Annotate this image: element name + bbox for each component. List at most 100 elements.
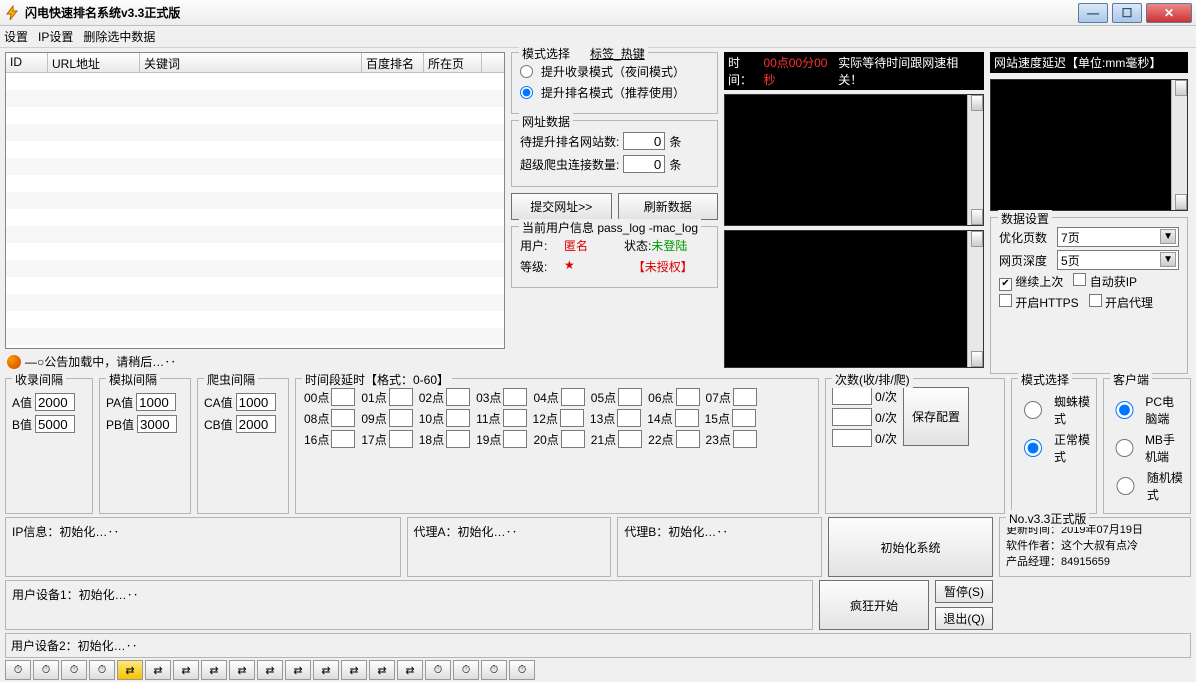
pb-value-input[interactable] <box>137 415 177 433</box>
mb-radio[interactable]: MB手机端 <box>1110 431 1184 465</box>
timeslot-20-input[interactable] <box>561 430 585 448</box>
continue-checkbox[interactable]: ✔ 继续上次 <box>999 273 1063 291</box>
swap-icon[interactable]: ⇄ <box>397 660 423 680</box>
save-config-button[interactable]: 保存配置 <box>903 387 969 446</box>
clock-icon[interactable]: ⏱ <box>453 660 479 680</box>
swap-icon[interactable]: ⇄ <box>173 660 199 680</box>
timeslot-12-input[interactable] <box>560 409 584 427</box>
col-id[interactable]: ID <box>6 53 48 72</box>
https-checkbox[interactable]: 开启HTTPS <box>999 294 1079 311</box>
timeslot-4-input[interactable] <box>561 388 585 406</box>
init-system-button[interactable]: 初始化系统 <box>828 517 993 577</box>
speed-panel[interactable] <box>990 79 1188 211</box>
log-panel-2[interactable] <box>724 230 984 368</box>
quit-button[interactable]: 退出(Q) <box>935 607 993 630</box>
submit-url-button[interactable]: 提交网址>> <box>511 193 612 220</box>
pa-value-input[interactable] <box>136 393 176 411</box>
timeslot-6-input[interactable] <box>676 388 700 406</box>
close-button[interactable]: ✕ <box>1146 3 1192 23</box>
spider-mode-radio[interactable]: 蜘蛛模式 <box>1018 393 1090 427</box>
log-panel-1[interactable] <box>724 94 984 226</box>
count-input-3[interactable] <box>832 429 872 447</box>
clock-icon[interactable]: ⏱ <box>5 660 31 680</box>
timeslot-16-input[interactable] <box>331 430 355 448</box>
version-group: No.v3.3正式版 更新时间：2019年07月19日 软件作者：这个大叔有点冷… <box>999 517 1191 577</box>
rand-radio[interactable]: 随机模式 <box>1110 469 1184 503</box>
timeslot-21-input[interactable] <box>618 430 642 448</box>
clock-icon[interactable]: ⏱ <box>509 660 535 680</box>
swap-icon[interactable]: ⇄ <box>117 660 143 680</box>
scrollbar-icon[interactable] <box>967 231 983 367</box>
swap-icon[interactable]: ⇄ <box>369 660 395 680</box>
timeslot-1-input[interactable] <box>389 388 413 406</box>
menu-delete-selected[interactable]: 删除选中数据 <box>83 28 155 45</box>
timeslot-8-input[interactable] <box>331 409 355 427</box>
device1-box: 用户设备1：初始化…‥ <box>5 580 813 630</box>
data-table[interactable]: ID URL地址 关键词 百度排名 所在页 <box>5 52 505 349</box>
clock-icon[interactable]: ⏱ <box>61 660 87 680</box>
swap-icon[interactable]: ⇄ <box>201 660 227 680</box>
timeslot-13-input[interactable] <box>617 409 641 427</box>
timeslot-15-input[interactable] <box>732 409 756 427</box>
maximize-button[interactable]: ☐ <box>1112 3 1142 23</box>
timeslot-11-input[interactable] <box>503 409 527 427</box>
page-depth-select[interactable]: 5页 <box>1057 250 1179 270</box>
col-page[interactable]: 所在页 <box>424 53 482 72</box>
timeslot-0-input[interactable] <box>331 388 355 406</box>
normal-mode-radio[interactable]: 正常模式 <box>1018 431 1090 465</box>
b-value-input[interactable] <box>35 415 75 433</box>
timeslot-3-input[interactable] <box>503 388 527 406</box>
ca-value-input[interactable] <box>236 393 276 411</box>
site-count-input[interactable] <box>623 132 665 150</box>
pause-button[interactable]: 暂停(S) <box>935 580 993 603</box>
crawler-count-input[interactable] <box>623 155 665 173</box>
proxy-a-box: 代理A：初始化…‥ <box>407 517 612 577</box>
clock-icon[interactable]: ⏱ <box>481 660 507 680</box>
count-input-2[interactable] <box>832 408 872 426</box>
menu-settings[interactable]: 设置 <box>4 28 28 45</box>
col-url[interactable]: URL地址 <box>48 53 140 72</box>
swap-icon[interactable]: ⇄ <box>229 660 255 680</box>
timeslot-5-input[interactable] <box>618 388 642 406</box>
refresh-data-button[interactable]: 刷新数据 <box>618 193 719 220</box>
count-group: 次数(收/排/爬) 0/次 0/次 0/次 保存配置 <box>825 378 1005 514</box>
col-baidu-rank[interactable]: 百度排名 <box>362 53 424 72</box>
timeslot-7-input[interactable] <box>733 388 757 406</box>
timeslot-17-input[interactable] <box>389 430 413 448</box>
timeslot-14-input[interactable] <box>675 409 699 427</box>
menu-ip-settings[interactable]: IP设置 <box>38 28 73 45</box>
proxy-checkbox[interactable]: 开启代理 <box>1089 294 1153 311</box>
swap-icon[interactable]: ⇄ <box>341 660 367 680</box>
minimize-button[interactable]: — <box>1078 3 1108 23</box>
scrollbar-icon[interactable] <box>1171 80 1187 210</box>
timeslot-18-input[interactable] <box>446 430 470 448</box>
clock-icon[interactable]: ⏱ <box>425 660 451 680</box>
sim-interval-group: 模拟间隔 PA值 PB值 <box>99 378 191 514</box>
swap-icon[interactable]: ⇄ <box>145 660 171 680</box>
timeslot-19-input[interactable] <box>503 430 527 448</box>
mode-rank-radio[interactable]: 提升排名模式（推荐使用） <box>520 84 709 101</box>
a-value-input[interactable] <box>35 393 75 411</box>
pc-radio[interactable]: PC电脑端 <box>1110 393 1184 427</box>
col-keyword[interactable]: 关键词 <box>140 53 362 72</box>
user-name: 匿名 <box>564 237 588 254</box>
window-title: 闪电快速排名系统v3.3正式版 <box>25 4 1078 21</box>
timeslot-23-input[interactable] <box>733 430 757 448</box>
timeslot-10-input[interactable] <box>446 409 470 427</box>
cb-value-input[interactable] <box>236 415 276 433</box>
mode-record-radio[interactable]: 提升收录模式（夜间模式） <box>520 63 709 80</box>
count-input-1[interactable] <box>832 387 872 405</box>
tab-hotkey-link[interactable]: 标签_热键 <box>590 47 645 61</box>
scrollbar-icon[interactable] <box>967 95 983 225</box>
swap-icon[interactable]: ⇄ <box>285 660 311 680</box>
clock-icon[interactable]: ⏱ <box>33 660 59 680</box>
opt-pages-select[interactable]: 7页 <box>1057 227 1179 247</box>
timeslot-9-input[interactable] <box>389 409 413 427</box>
timeslot-22-input[interactable] <box>676 430 700 448</box>
clock-icon[interactable]: ⏱ <box>89 660 115 680</box>
timeslot-2-input[interactable] <box>446 388 470 406</box>
swap-icon[interactable]: ⇄ <box>313 660 339 680</box>
crazy-start-button[interactable]: 疯狂开始 <box>819 580 929 630</box>
auto-ip-checkbox[interactable]: 自动获IP <box>1073 273 1137 290</box>
swap-icon[interactable]: ⇄ <box>257 660 283 680</box>
